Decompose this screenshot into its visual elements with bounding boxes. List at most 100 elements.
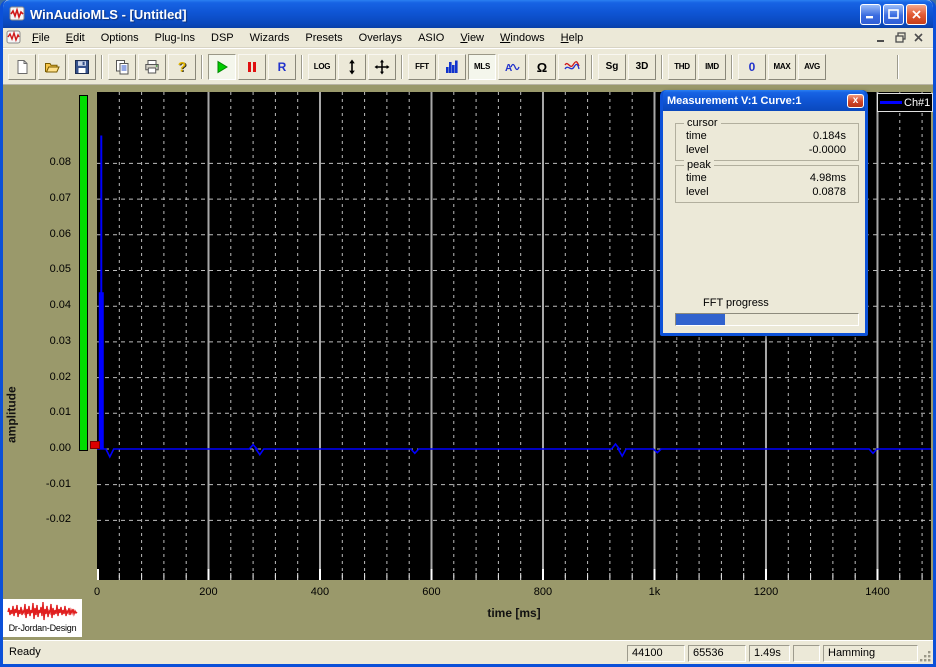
cursor-time-value: 0.184s (813, 129, 846, 143)
pause-button[interactable] (238, 54, 266, 80)
menu-file[interactable]: File (24, 30, 58, 46)
vertical-zoom-button[interactable] (338, 54, 366, 80)
log-button-label: LOG (314, 62, 330, 71)
menu-overlays[interactable]: Overlays (351, 30, 410, 46)
app-window: WinAudioMLS - [Untitled] File Edit Optio… (0, 0, 936, 667)
x-tick-label: 200 (186, 586, 230, 598)
r-button-label: R (278, 60, 287, 74)
menu-wizards[interactable]: Wizards (242, 30, 298, 46)
x-tick-label: 1k (632, 586, 676, 598)
plot-workspace: Ch#1 amplitude time [ms] 0.080.070.060.0… (3, 85, 933, 640)
cursor-level-value: -0.0000 (809, 143, 846, 157)
mdi-close-button[interactable] (911, 31, 927, 45)
x-tick-label: 1200 (744, 586, 788, 598)
y-tick-label: 0.06 (15, 228, 71, 240)
status-ready-text: Ready (9, 646, 41, 658)
menu-plugins[interactable]: Plug-Ins (147, 30, 203, 46)
pan-zoom-button[interactable] (368, 54, 396, 80)
record-r-button[interactable]: R (268, 54, 296, 80)
peak-hold-marker (90, 441, 100, 449)
help-icon: ? ? (174, 59, 190, 75)
maximize-icon (888, 9, 899, 20)
mdi-close-icon (914, 33, 924, 43)
save-button[interactable] (68, 54, 96, 80)
toolbar-separator (401, 55, 403, 79)
menu-asio[interactable]: ASIO (410, 30, 452, 46)
help-button[interactable]: ? ? (168, 54, 196, 80)
cursor-group-label: cursor (684, 117, 721, 129)
mdi-restore-button[interactable] (892, 31, 908, 45)
peak-group-label: peak (684, 159, 714, 171)
scope-button[interactable] (558, 54, 586, 80)
x-tick-label: 600 (409, 586, 453, 598)
fft-button[interactable]: FFT (408, 54, 436, 80)
status-empty-panel (793, 645, 820, 662)
title-bar[interactable]: WinAudioMLS - [Untitled] (3, 0, 933, 28)
menu-help[interactable]: Help (553, 30, 592, 46)
minimize-button[interactable] (860, 4, 881, 25)
play-button[interactable] (208, 54, 236, 80)
status-window-function: Hamming (823, 645, 918, 662)
open-folder-icon (44, 59, 60, 75)
open-file-button[interactable] (38, 54, 66, 80)
zero-button[interactable]: 0 (738, 54, 766, 80)
y-tick-label: 0.08 (15, 156, 71, 168)
peak-level-row: level 0.0878 (676, 185, 858, 199)
menu-edit[interactable]: Edit (58, 30, 93, 46)
copy-button[interactable] (108, 54, 136, 80)
menu-presets[interactable]: Presets (297, 30, 350, 46)
sg-button-label: Sg (606, 61, 619, 72)
avg-button[interactable]: AVG (798, 54, 826, 80)
cursor-level-row: level -0.0000 (676, 143, 858, 157)
close-icon (911, 9, 922, 20)
thd-button[interactable]: THD (668, 54, 696, 80)
max-button[interactable]: MAX (768, 54, 796, 80)
menu-view[interactable]: View (452, 30, 492, 46)
print-button[interactable] (138, 54, 166, 80)
impedance-button[interactable]: Ω (528, 54, 556, 80)
spectrum-button[interactable] (438, 54, 466, 80)
cursor-level-label: level (686, 143, 709, 157)
toolbar: ? ? R LOG (3, 48, 933, 85)
mls-button-label: MLS (474, 62, 490, 71)
imd-button-label: IMD (705, 62, 719, 71)
menu-dsp[interactable]: DSP (203, 30, 242, 46)
toolbar-separator (201, 55, 203, 79)
mdi-minimize-icon (876, 33, 886, 43)
threed-button-label: 3D (636, 61, 649, 72)
mls-button[interactable]: MLS (468, 54, 496, 80)
close-button[interactable] (906, 4, 927, 25)
peak-time-row: time 4.98ms (676, 171, 858, 185)
scope-waves-icon (564, 59, 580, 75)
log-scale-button[interactable]: LOG (308, 54, 336, 80)
status-bar: Ready 44100 65536 1.49s Hamming (3, 640, 933, 664)
three-d-button[interactable]: 3D (628, 54, 656, 80)
document-menu-icon[interactable] (6, 30, 22, 45)
mdi-minimize-button[interactable] (873, 31, 889, 45)
new-file-button[interactable] (8, 54, 36, 80)
resize-grip[interactable] (919, 650, 932, 663)
cursor-group: cursor time 0.184s level -0.0000 (675, 123, 859, 161)
signal-analyzer-button[interactable]: A (498, 54, 526, 80)
measurement-close-button[interactable]: x (847, 94, 864, 108)
logo-text: Dr-Jordan-Design (9, 623, 77, 634)
x-axis-title: time [ms] (407, 606, 621, 620)
zero-button-label: 0 (749, 60, 756, 74)
vendor-logo: Dr-Jordan-Design (3, 599, 82, 637)
maximize-button[interactable] (883, 4, 904, 25)
y-tick-label: 0.01 (15, 406, 71, 418)
toolbar-separator (301, 55, 303, 79)
avg-button-label: AVG (804, 62, 820, 71)
y-tick-label: 0.05 (15, 263, 71, 275)
measurement-window-titlebar[interactable]: Measurement V:1 Curve:1 x (663, 90, 865, 111)
logo-waveform-icon (7, 601, 79, 623)
status-fft-size: 65536 (688, 645, 746, 662)
signal-generator-button[interactable]: Sg (598, 54, 626, 80)
menu-options[interactable]: Options (93, 30, 147, 46)
fft-progress-bar (675, 313, 859, 326)
imd-button[interactable]: IMD (698, 54, 726, 80)
peak-group: peak time 4.98ms level 0.0878 (675, 165, 859, 203)
y-tick-label: -0.02 (15, 513, 71, 525)
floppy-disk-icon (74, 59, 90, 75)
menu-windows[interactable]: Windows (492, 30, 553, 46)
